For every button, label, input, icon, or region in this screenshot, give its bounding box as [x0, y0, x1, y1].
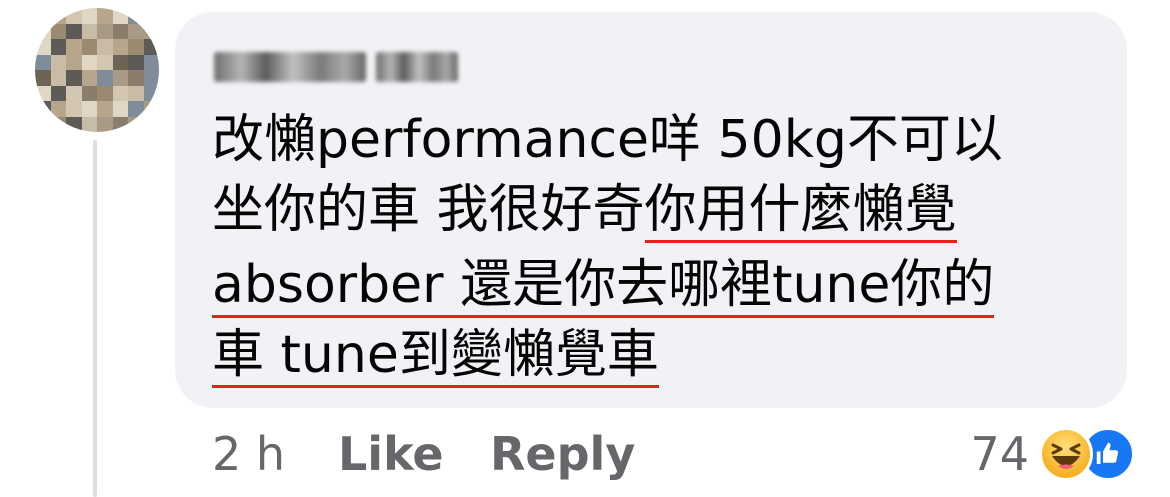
avatar[interactable]: [35, 8, 159, 132]
comment-text-underlined: 你用什麼懶覺: [644, 180, 957, 243]
comment-text: 坐你的車 我很好奇: [212, 180, 645, 240]
comment-text-underlined: absorber 還是你去哪裡tune你的: [212, 255, 995, 318]
timestamp[interactable]: 2 h: [212, 427, 338, 481]
comment-line: 坐你的車 我很好奇你用什麼懶覺: [212, 180, 957, 243]
reaction-count: 74: [970, 427, 1029, 481]
thread-line: [93, 140, 97, 497]
comment-line: 改懶performance咩 50kg不可以: [212, 110, 1003, 170]
comment-actions: 2 h Like Reply: [212, 424, 635, 484]
haha-icon: [1039, 427, 1093, 481]
comment-line: 車 tune到變懶覺車: [212, 325, 659, 388]
comment-line: absorber 還是你去哪裡tune你的: [212, 255, 995, 318]
author-last-name-blur: [376, 52, 458, 82]
comment-text: 改懶performance咩 50kg不可以: [212, 110, 1003, 170]
author-first-name-blur: [214, 52, 366, 82]
reply-button[interactable]: Reply: [490, 427, 635, 481]
author-name-redacted[interactable]: [214, 45, 458, 89]
like-button[interactable]: Like: [338, 427, 490, 481]
comment-text-underlined: 車 tune到變懶覺車: [212, 325, 659, 388]
reactions-summary[interactable]: 74: [970, 424, 1135, 484]
